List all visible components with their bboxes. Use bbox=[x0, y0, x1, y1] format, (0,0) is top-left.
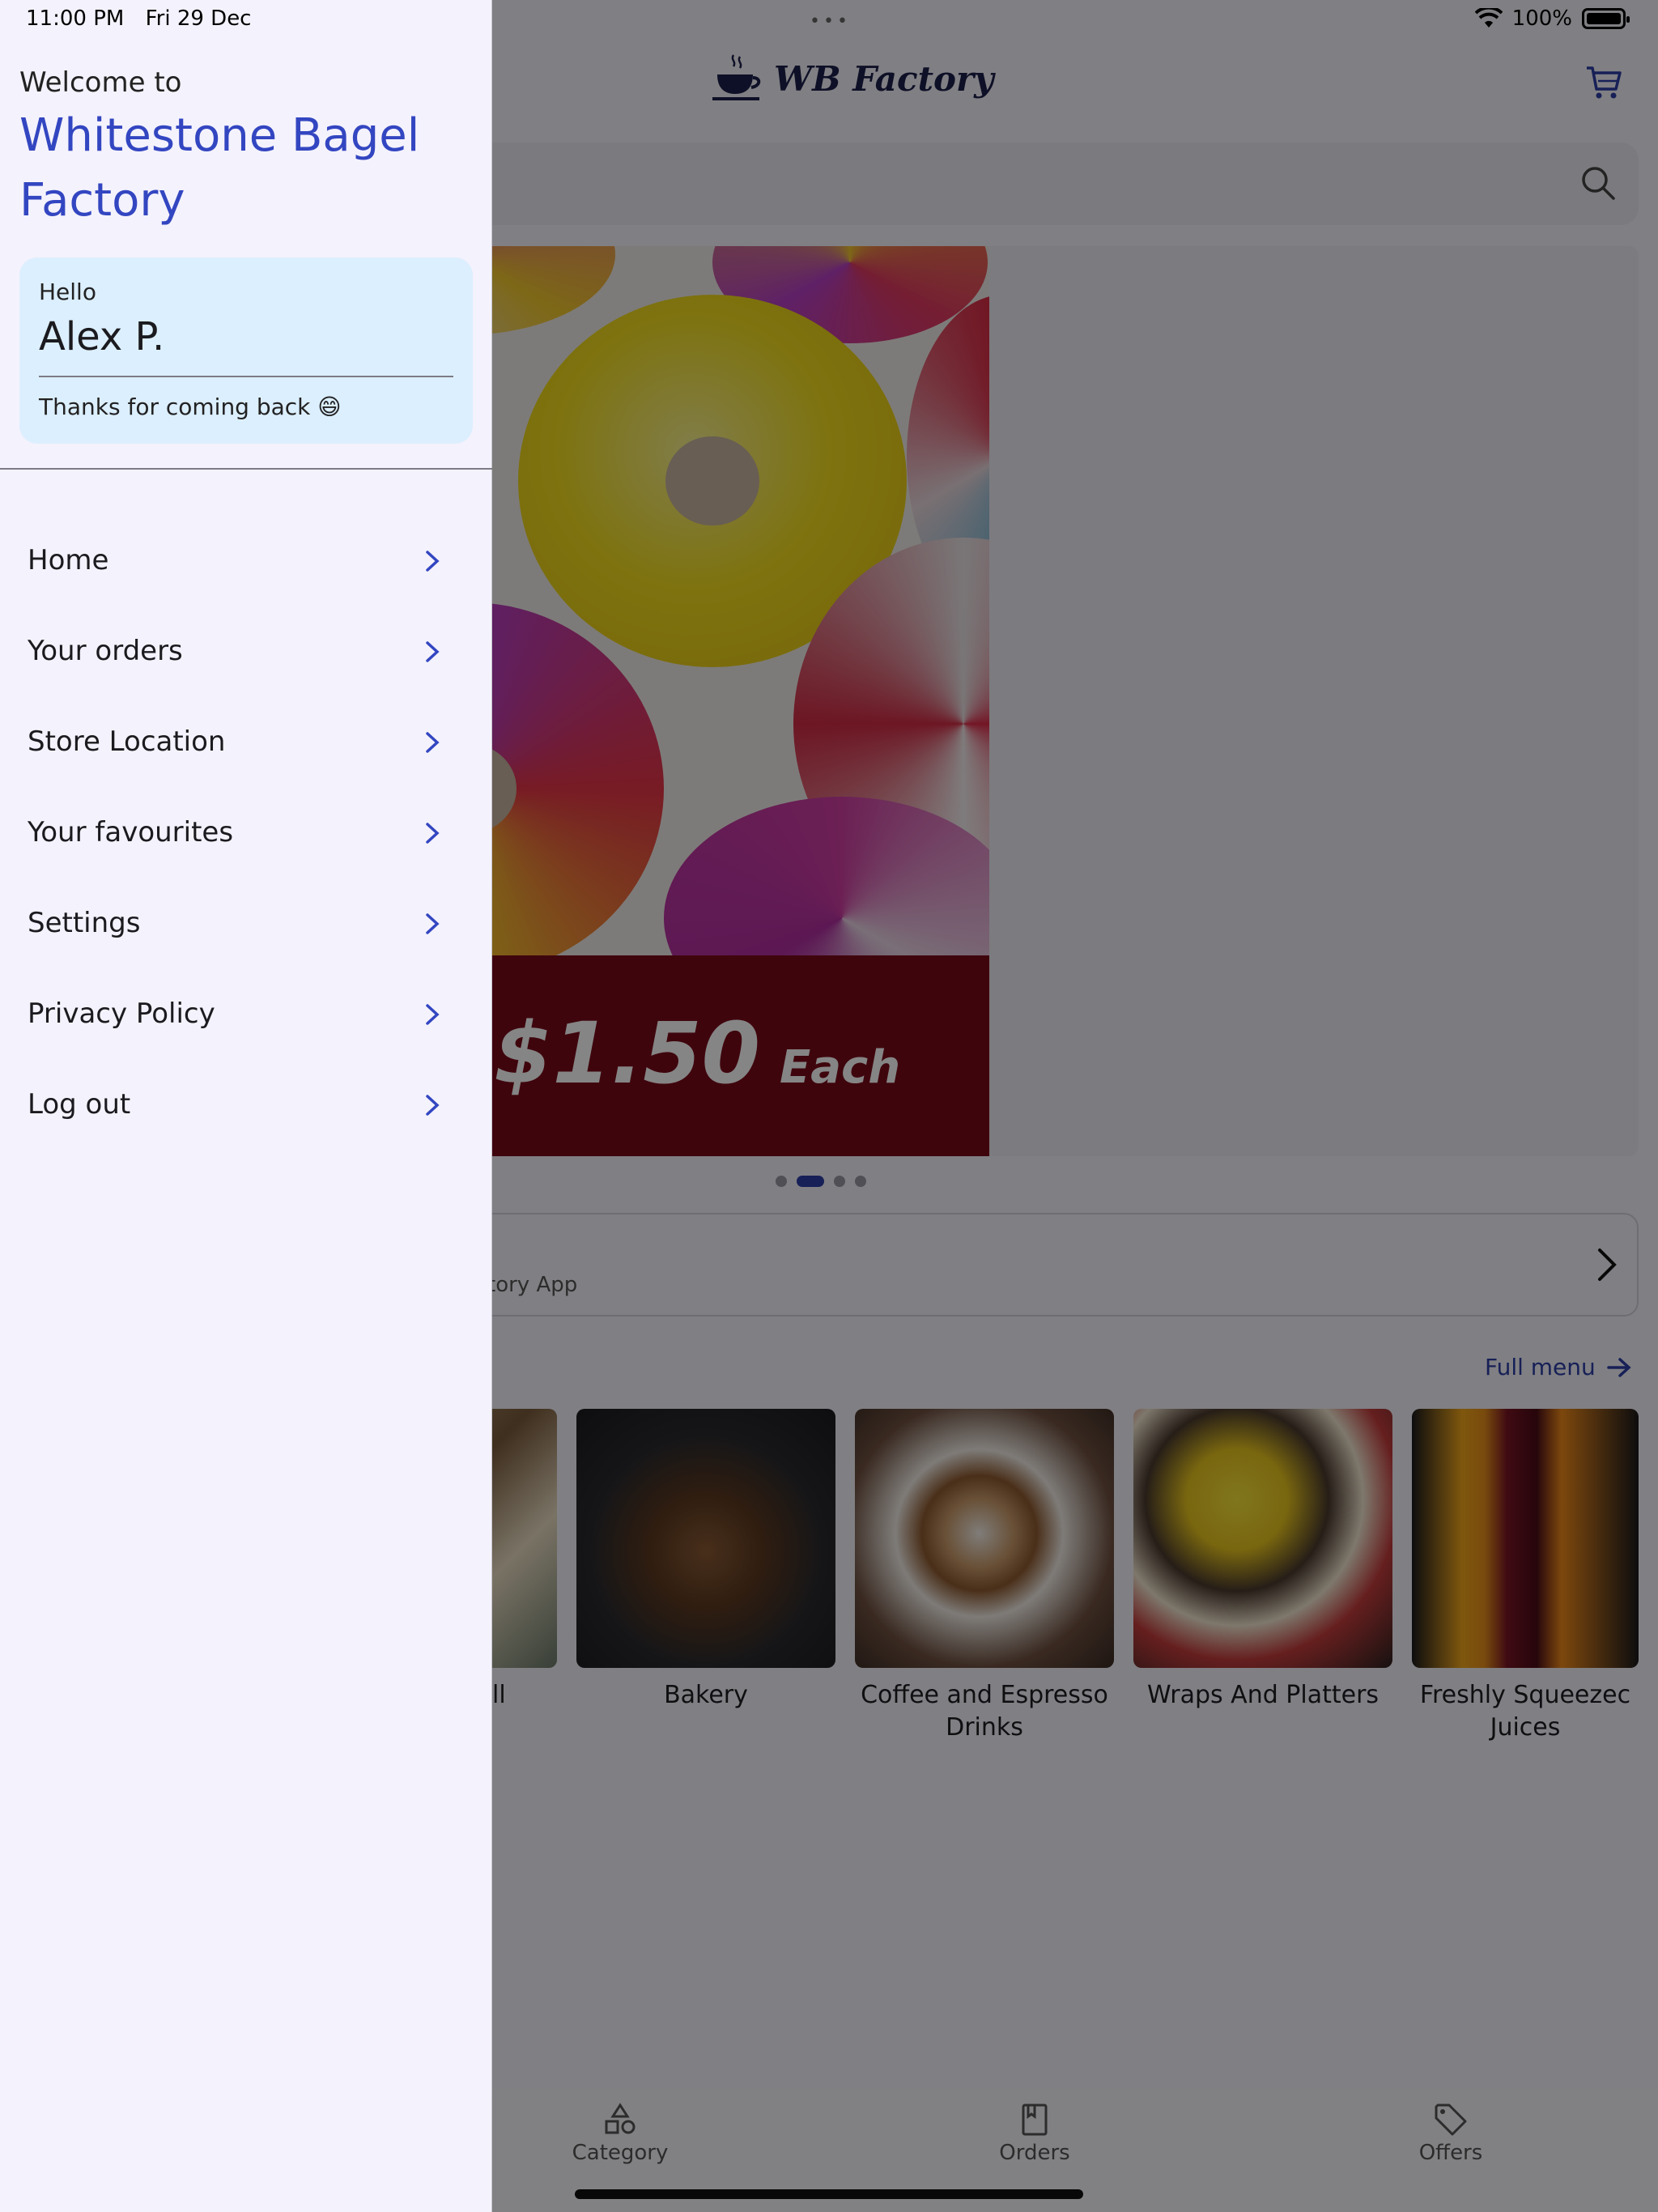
drawer-item-home[interactable]: Home bbox=[0, 520, 492, 601]
user-name: Alex P. bbox=[39, 314, 165, 359]
user-greeting-card: Hello Alex P. Thanks for coming back 😄 bbox=[19, 257, 473, 444]
thanks-message: Thanks for coming back 😄 bbox=[39, 393, 342, 420]
drawer-divider bbox=[0, 468, 492, 470]
hello-label: Hello bbox=[39, 279, 96, 305]
brand-name: Whitestone Bagel Factory bbox=[19, 109, 420, 227]
drawer-item-log-out[interactable]: Log out bbox=[0, 1064, 492, 1145]
drawer-item-label: Store Location bbox=[28, 725, 226, 758]
chevron-right-icon bbox=[426, 732, 440, 753]
chevron-right-icon bbox=[426, 1004, 440, 1025]
status-date: Fri 29 Dec bbox=[145, 6, 252, 31]
drawer-item-store-location[interactable]: Store Location bbox=[0, 701, 492, 782]
status-clock: 11:00 PM bbox=[26, 6, 125, 31]
status-time: 11:00 PM Fri 29 Dec bbox=[26, 6, 251, 31]
chevron-right-icon bbox=[426, 1095, 440, 1116]
drawer-item-label: Privacy Policy bbox=[28, 998, 215, 1030]
drawer-item-label: Your favourites bbox=[28, 816, 234, 849]
user-card-divider bbox=[39, 376, 453, 377]
chevron-right-icon bbox=[426, 551, 440, 572]
drawer-item-privacy-policy[interactable]: Privacy Policy bbox=[0, 973, 492, 1054]
drawer-item-label: Log out bbox=[28, 1088, 131, 1121]
welcome-text: Welcome to bbox=[19, 66, 182, 99]
drawer-item-label: Settings bbox=[28, 907, 141, 939]
chevron-right-icon bbox=[426, 641, 440, 662]
drawer-item-label: Home bbox=[28, 544, 109, 576]
drawer-item-label: Your orders bbox=[28, 635, 183, 667]
chevron-right-icon bbox=[426, 913, 440, 934]
drawer-item-settings[interactable]: Settings bbox=[0, 883, 492, 963]
drawer-item-orders[interactable]: Your orders bbox=[0, 610, 492, 691]
chevron-right-icon bbox=[426, 823, 440, 844]
drawer-item-favourites[interactable]: Your favourites bbox=[0, 792, 492, 873]
navigation-drawer: 11:00 PM Fri 29 Dec Welcome to Whiteston… bbox=[0, 0, 492, 2212]
